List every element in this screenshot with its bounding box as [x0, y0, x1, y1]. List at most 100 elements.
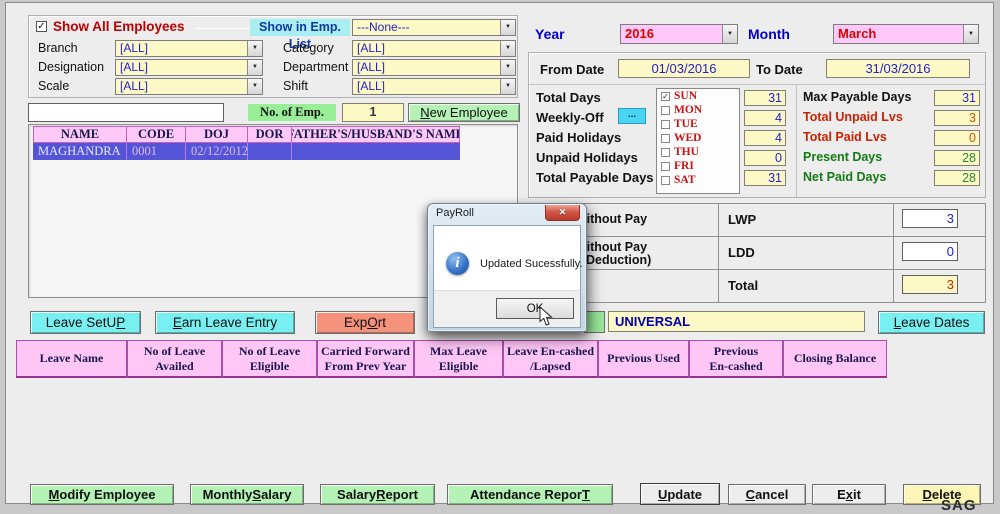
- employee-row-selected[interactable]: MAGHANDRA 0001 02/12/2012: [33, 143, 460, 160]
- header-line: No of Leave: [239, 344, 300, 359]
- header-line: Eligible: [439, 359, 478, 374]
- label-part: S: [252, 487, 261, 502]
- sun-checkbox[interactable]: ✓: [661, 92, 670, 101]
- leave-setup-button[interactable]: Leave SetUP: [30, 311, 141, 334]
- check-icon: ✓: [662, 92, 669, 101]
- leave-col-previous-used: Previous Used: [598, 340, 689, 378]
- year-dropdown[interactable]: 2016 ▼: [620, 24, 738, 44]
- scale-dropdown[interactable]: [ALL]▼: [115, 78, 263, 95]
- unpaid-holidays-value: 0: [744, 150, 786, 166]
- sat-label: SAT: [674, 174, 696, 186]
- export-button[interactable]: ExpOrt: [315, 311, 415, 334]
- label-part: Salary: [337, 487, 376, 502]
- label-part: O: [367, 315, 378, 330]
- update-button[interactable]: Update: [640, 483, 720, 505]
- leave-col-leave-name: Leave Name: [16, 340, 127, 378]
- leave-col-previous-encashed: PreviousEn-cashed: [689, 340, 783, 378]
- category-dropdown[interactable]: [ALL]▼: [352, 40, 516, 57]
- label-part: Exp: [344, 315, 367, 330]
- label-part: R: [376, 487, 385, 502]
- shift-value: [ALL]: [357, 79, 385, 93]
- hidden-button-fragment[interactable]: [584, 311, 605, 333]
- monthly-salary-button[interactable]: Monthly Salary: [190, 484, 304, 505]
- from-date-label: From Date: [540, 62, 604, 77]
- label-part: ew Employee: [430, 105, 508, 120]
- to-date-field[interactable]: 31/03/2016: [826, 59, 970, 78]
- close-button[interactable]: ✕: [545, 205, 580, 221]
- leave-col-closing-balance: Closing Balance: [783, 340, 887, 378]
- header-line: Leave Name: [40, 351, 104, 366]
- divider-line: [529, 236, 985, 237]
- chevron-down-icon: ▼: [247, 60, 262, 75]
- branch-dropdown[interactable]: [ALL]▼: [115, 40, 263, 57]
- show-in-emp-list-label: Show in Emp. List: [250, 19, 350, 36]
- total-payable-days-value: 31: [744, 170, 786, 186]
- lwp-input[interactable]: 3: [902, 209, 958, 228]
- year-label: Year: [535, 26, 565, 42]
- label-part: C: [746, 487, 755, 502]
- col-header-code: CODE: [127, 126, 186, 143]
- label-part: x: [846, 487, 853, 502]
- tue-checkbox[interactable]: [661, 120, 670, 129]
- unpaid-holidays-label: Unpaid Holidays: [536, 150, 638, 165]
- label-part: odify Employee: [59, 487, 155, 502]
- max-payable-days-value: 31: [934, 90, 980, 106]
- earn-leave-entry-button[interactable]: Earn Leave Entry: [155, 311, 295, 334]
- col-header-father-husband-name: FATHER'S/HUSBAND'S NAME: [292, 126, 460, 143]
- leave-col-encashed-lapsed: Leave En-cashed/Lapsed: [503, 340, 598, 378]
- thu-label: THU: [674, 146, 699, 158]
- designation-label: Designation: [38, 60, 104, 74]
- exit-button[interactable]: Exit: [812, 484, 886, 505]
- col-header-name: NAME: [33, 126, 127, 143]
- year-value: 2016: [625, 26, 654, 41]
- header-line: From Prev Year: [325, 359, 407, 374]
- leave-dates-button[interactable]: Leave Dates: [878, 311, 985, 334]
- chevron-down-icon: ▼: [500, 20, 515, 35]
- header-line: En-cashed: [709, 359, 762, 374]
- month-dropdown[interactable]: March▼: [833, 24, 979, 44]
- mon-checkbox[interactable]: [661, 106, 670, 115]
- category-label: Category: [283, 41, 334, 55]
- label-part: U: [658, 487, 667, 502]
- employee-search-input[interactable]: [28, 103, 224, 122]
- show-in-emp-list-dropdown[interactable]: ---None--- ▼: [352, 19, 516, 36]
- ldd-input[interactable]: 0: [902, 242, 958, 261]
- salary-report-button[interactable]: Salary Report: [320, 484, 435, 505]
- shift-dropdown[interactable]: [ALL]▼: [352, 78, 516, 95]
- new-employee-button[interactable]: New Employee: [408, 103, 520, 122]
- dialog-body: i Updated Sucessfully. OK: [433, 225, 581, 328]
- ok-button[interactable]: OK: [496, 298, 574, 319]
- thu-checkbox[interactable]: [661, 148, 670, 157]
- modify-employee-button[interactable]: Modify Employee: [30, 484, 174, 505]
- month-label: Month: [748, 26, 790, 42]
- header-line: Max Leave: [430, 344, 487, 359]
- show-in-emp-list-value: ---None---: [357, 20, 410, 34]
- universal-field[interactable]: UNIVERSAL: [608, 311, 865, 332]
- label-part: pdate: [667, 487, 702, 502]
- leave-col-eligible: No of LeaveEligible: [222, 340, 317, 378]
- divider-line: [529, 84, 985, 85]
- department-dropdown[interactable]: [ALL]▼: [352, 59, 516, 76]
- scale-value: [ALL]: [120, 79, 148, 93]
- fri-checkbox[interactable]: [661, 162, 670, 171]
- cancel-button[interactable]: Cancel: [728, 484, 806, 505]
- show-all-employees-checkbox[interactable]: ✓: [36, 21, 47, 32]
- designation-dropdown[interactable]: [ALL]▼: [115, 59, 263, 76]
- header-line: Previous Used: [607, 351, 680, 366]
- weekly-off-picker-button[interactable]: ...: [618, 108, 646, 124]
- check-icon: ✓: [37, 22, 45, 31]
- no-of-emp-value: 1: [342, 103, 404, 122]
- chevron-down-icon: ▼: [963, 25, 978, 43]
- total-paid-lvs-label: Total Paid Lvs: [803, 130, 887, 144]
- divider-line: [529, 269, 985, 270]
- chevron-down-icon: ▼: [722, 25, 737, 43]
- from-date-field[interactable]: 01/03/2016: [618, 59, 750, 78]
- weekly-off-label: Weekly-Off: [536, 110, 604, 125]
- lwp-code: LWP: [728, 212, 756, 227]
- attendance-report-button[interactable]: Attendance ReporT: [447, 484, 613, 505]
- col-header-dor: DOR: [248, 126, 292, 143]
- total-unpaid-lvs-label: Total Unpaid Lvs: [803, 110, 903, 124]
- branch-label: Branch: [38, 41, 78, 55]
- wed-checkbox[interactable]: [661, 134, 670, 143]
- sat-checkbox[interactable]: [661, 176, 670, 185]
